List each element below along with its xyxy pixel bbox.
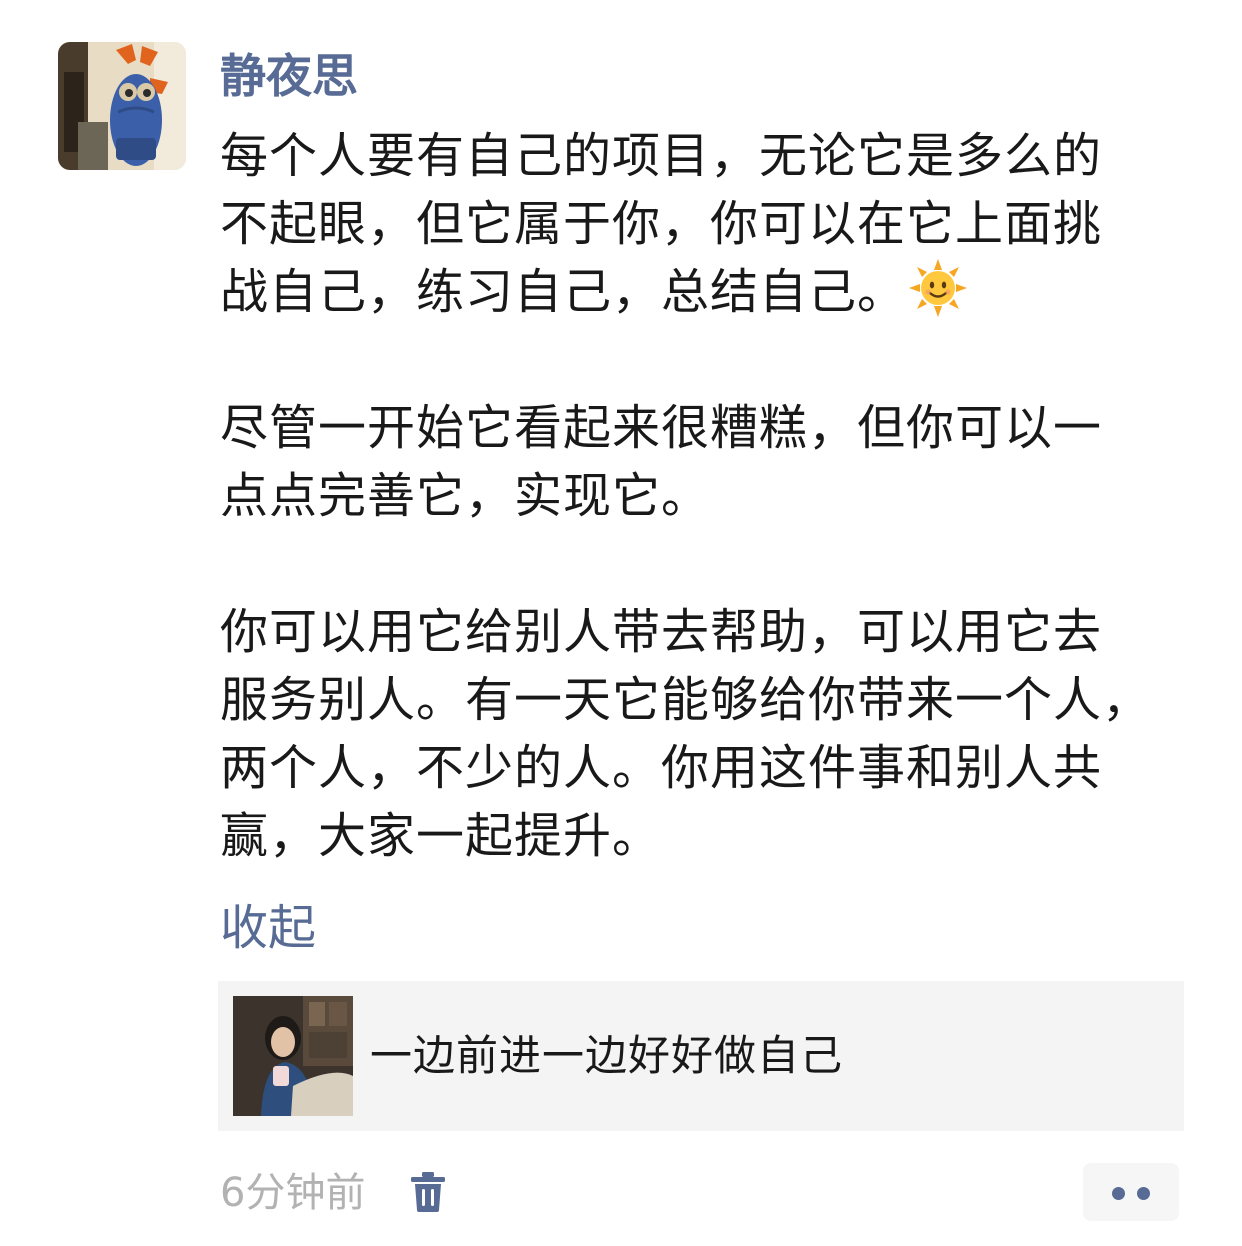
collapse-link[interactable]: 收起 xyxy=(220,896,316,960)
avatar-image xyxy=(58,42,186,170)
author-avatar[interactable] xyxy=(58,42,186,170)
more-dots-icon xyxy=(1112,1187,1125,1200)
more-options-button[interactable] xyxy=(1083,1163,1179,1221)
text-line: 尽管一开始它看起来很糟糕，但你可以一 xyxy=(220,400,1103,456)
post-timestamp: 6分钟前 xyxy=(220,1170,366,1216)
text-line: 点点完善它，实现它。 xyxy=(220,468,711,524)
paragraph-3: 你可以用它给别人带去帮助，可以用它去 服务别人。有一天它能够给你带来一个人， 两… xyxy=(220,598,1220,870)
thumbnail-image xyxy=(233,996,353,1116)
shared-card-title: 一边前进一边好好做自己 xyxy=(370,1031,844,1080)
delete-button[interactable] xyxy=(408,1170,448,1214)
text-line: 两个人，不少的人。你用这件事和别人共 xyxy=(220,740,1103,796)
text-line: 不起眼，但它属于你，你可以在它上面挑 xyxy=(220,196,1103,252)
text-line: 战自己，练习自己，总结自己。 xyxy=(220,258,1220,326)
sun-with-face-icon xyxy=(909,259,968,317)
text-line-content: 战自己，练习自己，总结自己。 xyxy=(220,264,907,320)
trash-icon xyxy=(411,1172,445,1212)
paragraph-2: 尽管一开始它看起来很糟糕，但你可以一 点点完善它，实现它。 xyxy=(220,394,1220,530)
author-name[interactable]: 静夜思 xyxy=(220,44,358,108)
more-dots-icon xyxy=(1137,1187,1150,1200)
text-line: 每个人要有自己的项目，无论它是多么的 xyxy=(220,128,1103,184)
post-content: 每个人要有自己的项目，无论它是多么的 不起眼，但它属于你，你可以在它上面挑 战自… xyxy=(220,122,1220,870)
text-line: 你可以用它给别人带去帮助，可以用它去 xyxy=(220,604,1103,660)
paragraph-1: 每个人要有自己的项目，无论它是多么的 不起眼，但它属于你，你可以在它上面挑 战自… xyxy=(220,122,1220,326)
text-line: 服务别人。有一天它能够给你带来一个人， xyxy=(220,672,1152,728)
shared-card-thumbnail xyxy=(233,996,353,1116)
text-line: 赢，大家一起提升。 xyxy=(220,808,662,864)
shared-link-card[interactable]: 一边前进一边好好做自己 xyxy=(218,981,1184,1131)
